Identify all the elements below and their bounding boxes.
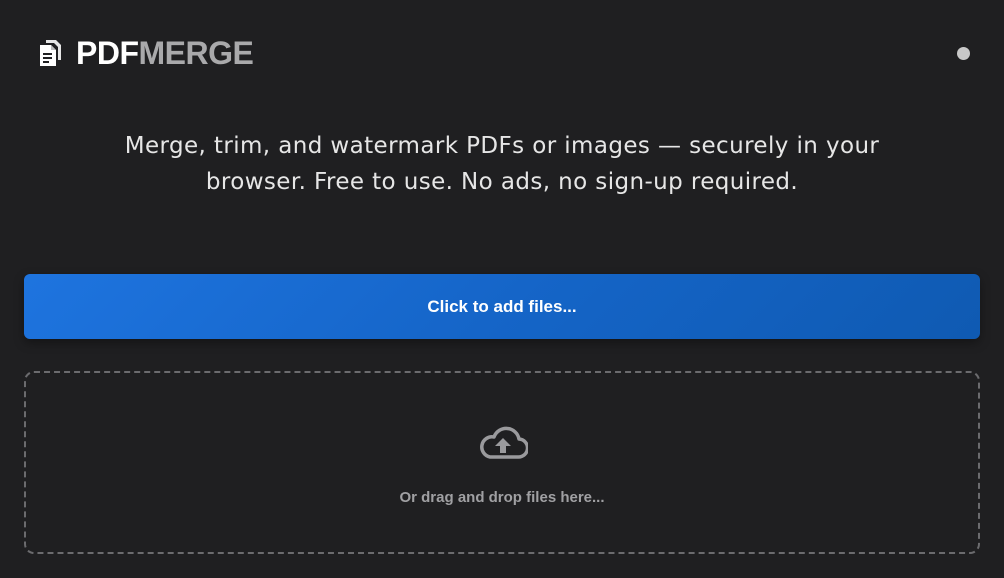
- header: PDFMERGE: [38, 34, 254, 72]
- logo-text-merge: MERGE: [138, 35, 254, 71]
- logo-text-pdf: PDF: [76, 35, 139, 71]
- tagline: Merge, trim, and watermark PDFs or image…: [90, 128, 914, 200]
- add-files-button[interactable]: Click to add files...: [24, 274, 980, 339]
- cloud-upload-icon: [478, 425, 530, 461]
- app-page: PDFMERGE Merge, trim, and watermark PDFs…: [0, 0, 1004, 578]
- document-stack-icon: [38, 39, 62, 67]
- logo-wordmark[interactable]: PDFMERGE: [76, 34, 254, 72]
- tagline-line-1: Merge, trim, and watermark PDFs or image…: [124, 133, 880, 159]
- status-dot[interactable]: [957, 47, 970, 60]
- add-files-label: Click to add files...: [427, 296, 577, 316]
- tagline-line-2: browser. Free to use. No ads, no sign-up…: [205, 169, 799, 195]
- dropzone-text: Or drag and drop files here...: [399, 489, 605, 506]
- file-dropzone[interactable]: Or drag and drop files here...: [24, 371, 980, 554]
